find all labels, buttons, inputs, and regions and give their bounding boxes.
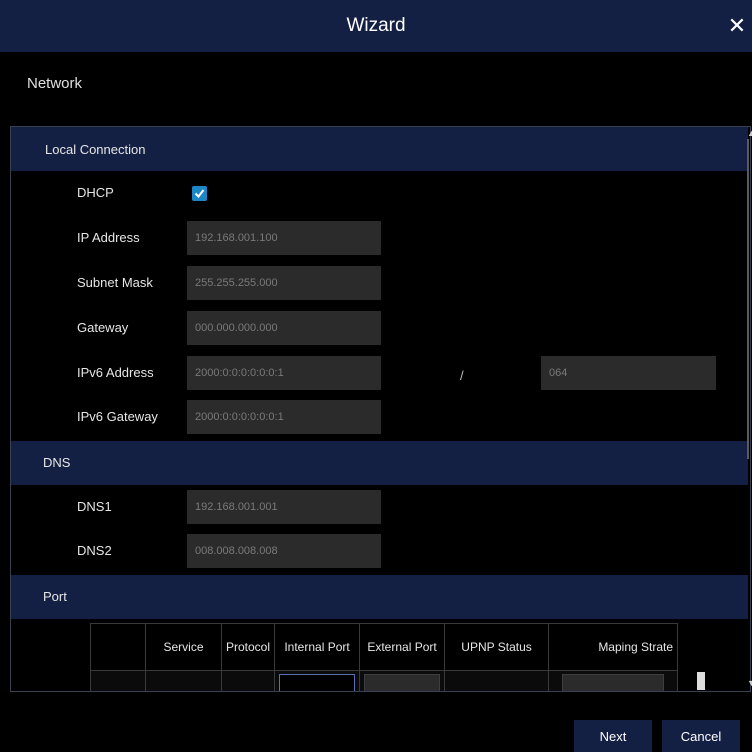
port-section-label: Port — [43, 589, 67, 604]
scroll-up-arrow-icon[interactable]: ▲ — [747, 128, 752, 138]
internal-port-input[interactable] — [279, 673, 356, 691]
mapping-strategy-select[interactable] — [562, 673, 665, 691]
column-header-index — [90, 623, 146, 671]
dns1-label: DNS1 — [77, 499, 112, 514]
cancel-button[interactable]: Cancel — [662, 720, 740, 752]
dns1-field[interactable] — [187, 490, 381, 524]
column-header-external-port: External Port — [359, 623, 446, 671]
internal-port-cell[interactable] — [274, 670, 361, 691]
service-cell — [145, 670, 222, 691]
scroll-down-arrow-icon[interactable]: ▼ — [747, 678, 752, 688]
subnet-mask-label: Subnet Mask — [77, 275, 153, 290]
column-header-protocol: Protocol — [220, 623, 276, 671]
subnet-mask-field[interactable] — [187, 266, 381, 300]
column-header-mapping-strategy: Maping Strate — [548, 623, 679, 671]
gateway-field[interactable] — [187, 311, 381, 345]
close-icon[interactable]: ✕ — [724, 12, 750, 40]
ip-address-field[interactable] — [187, 221, 381, 255]
section-title: Network — [27, 75, 83, 92]
panel-scrollbar[interactable] — [747, 139, 749, 459]
ipv6-gateway-field[interactable] — [187, 400, 381, 434]
dhcp-label: DHCP — [77, 185, 114, 200]
next-button[interactable]: Next — [574, 720, 652, 752]
dns2-label: DNS2 — [77, 543, 112, 558]
gateway-label: Gateway — [77, 320, 129, 335]
ipv6-prefix-separator: / — [460, 368, 464, 383]
local-connection-header: Local Connection — [11, 127, 748, 171]
ip-address-label: IP Address — [77, 230, 140, 245]
dns-section-label: DNS — [43, 455, 71, 470]
external-port-cell[interactable] — [359, 670, 446, 691]
mapping-strategy-cell[interactable] — [548, 670, 679, 691]
row-index-cell — [90, 670, 146, 691]
ipv6-gateway-label: IPv6 Gateway — [77, 409, 158, 424]
table-row — [90, 670, 679, 691]
window-title: Wizard — [346, 15, 406, 36]
external-port-input[interactable] — [364, 673, 441, 691]
port-header: Port — [11, 575, 748, 619]
ipv6-address-field[interactable] — [187, 356, 381, 390]
local-connection-label: Local Connection — [45, 142, 146, 157]
upnp-status-cell — [444, 670, 550, 691]
network-settings-panel: Local Connection DHCP IP Address Subnet … — [10, 126, 751, 692]
check-icon — [194, 189, 205, 199]
port-table: Service Protocol Internal Port External … — [90, 623, 679, 691]
dhcp-checkbox[interactable] — [192, 186, 207, 201]
ipv6-prefix-field[interactable] — [541, 356, 716, 390]
ipv6-address-label: IPv6 Address — [77, 365, 154, 380]
column-header-service: Service — [145, 623, 222, 671]
dns-header: DNS — [11, 441, 748, 485]
column-header-upnp-status: UPNP Status — [444, 623, 550, 671]
protocol-cell — [220, 670, 276, 691]
dns2-field[interactable] — [187, 534, 381, 568]
table-scrollbar[interactable] — [697, 672, 705, 690]
column-header-internal-port: Internal Port — [274, 623, 361, 671]
port-table-header-row: Service Protocol Internal Port External … — [90, 623, 679, 671]
